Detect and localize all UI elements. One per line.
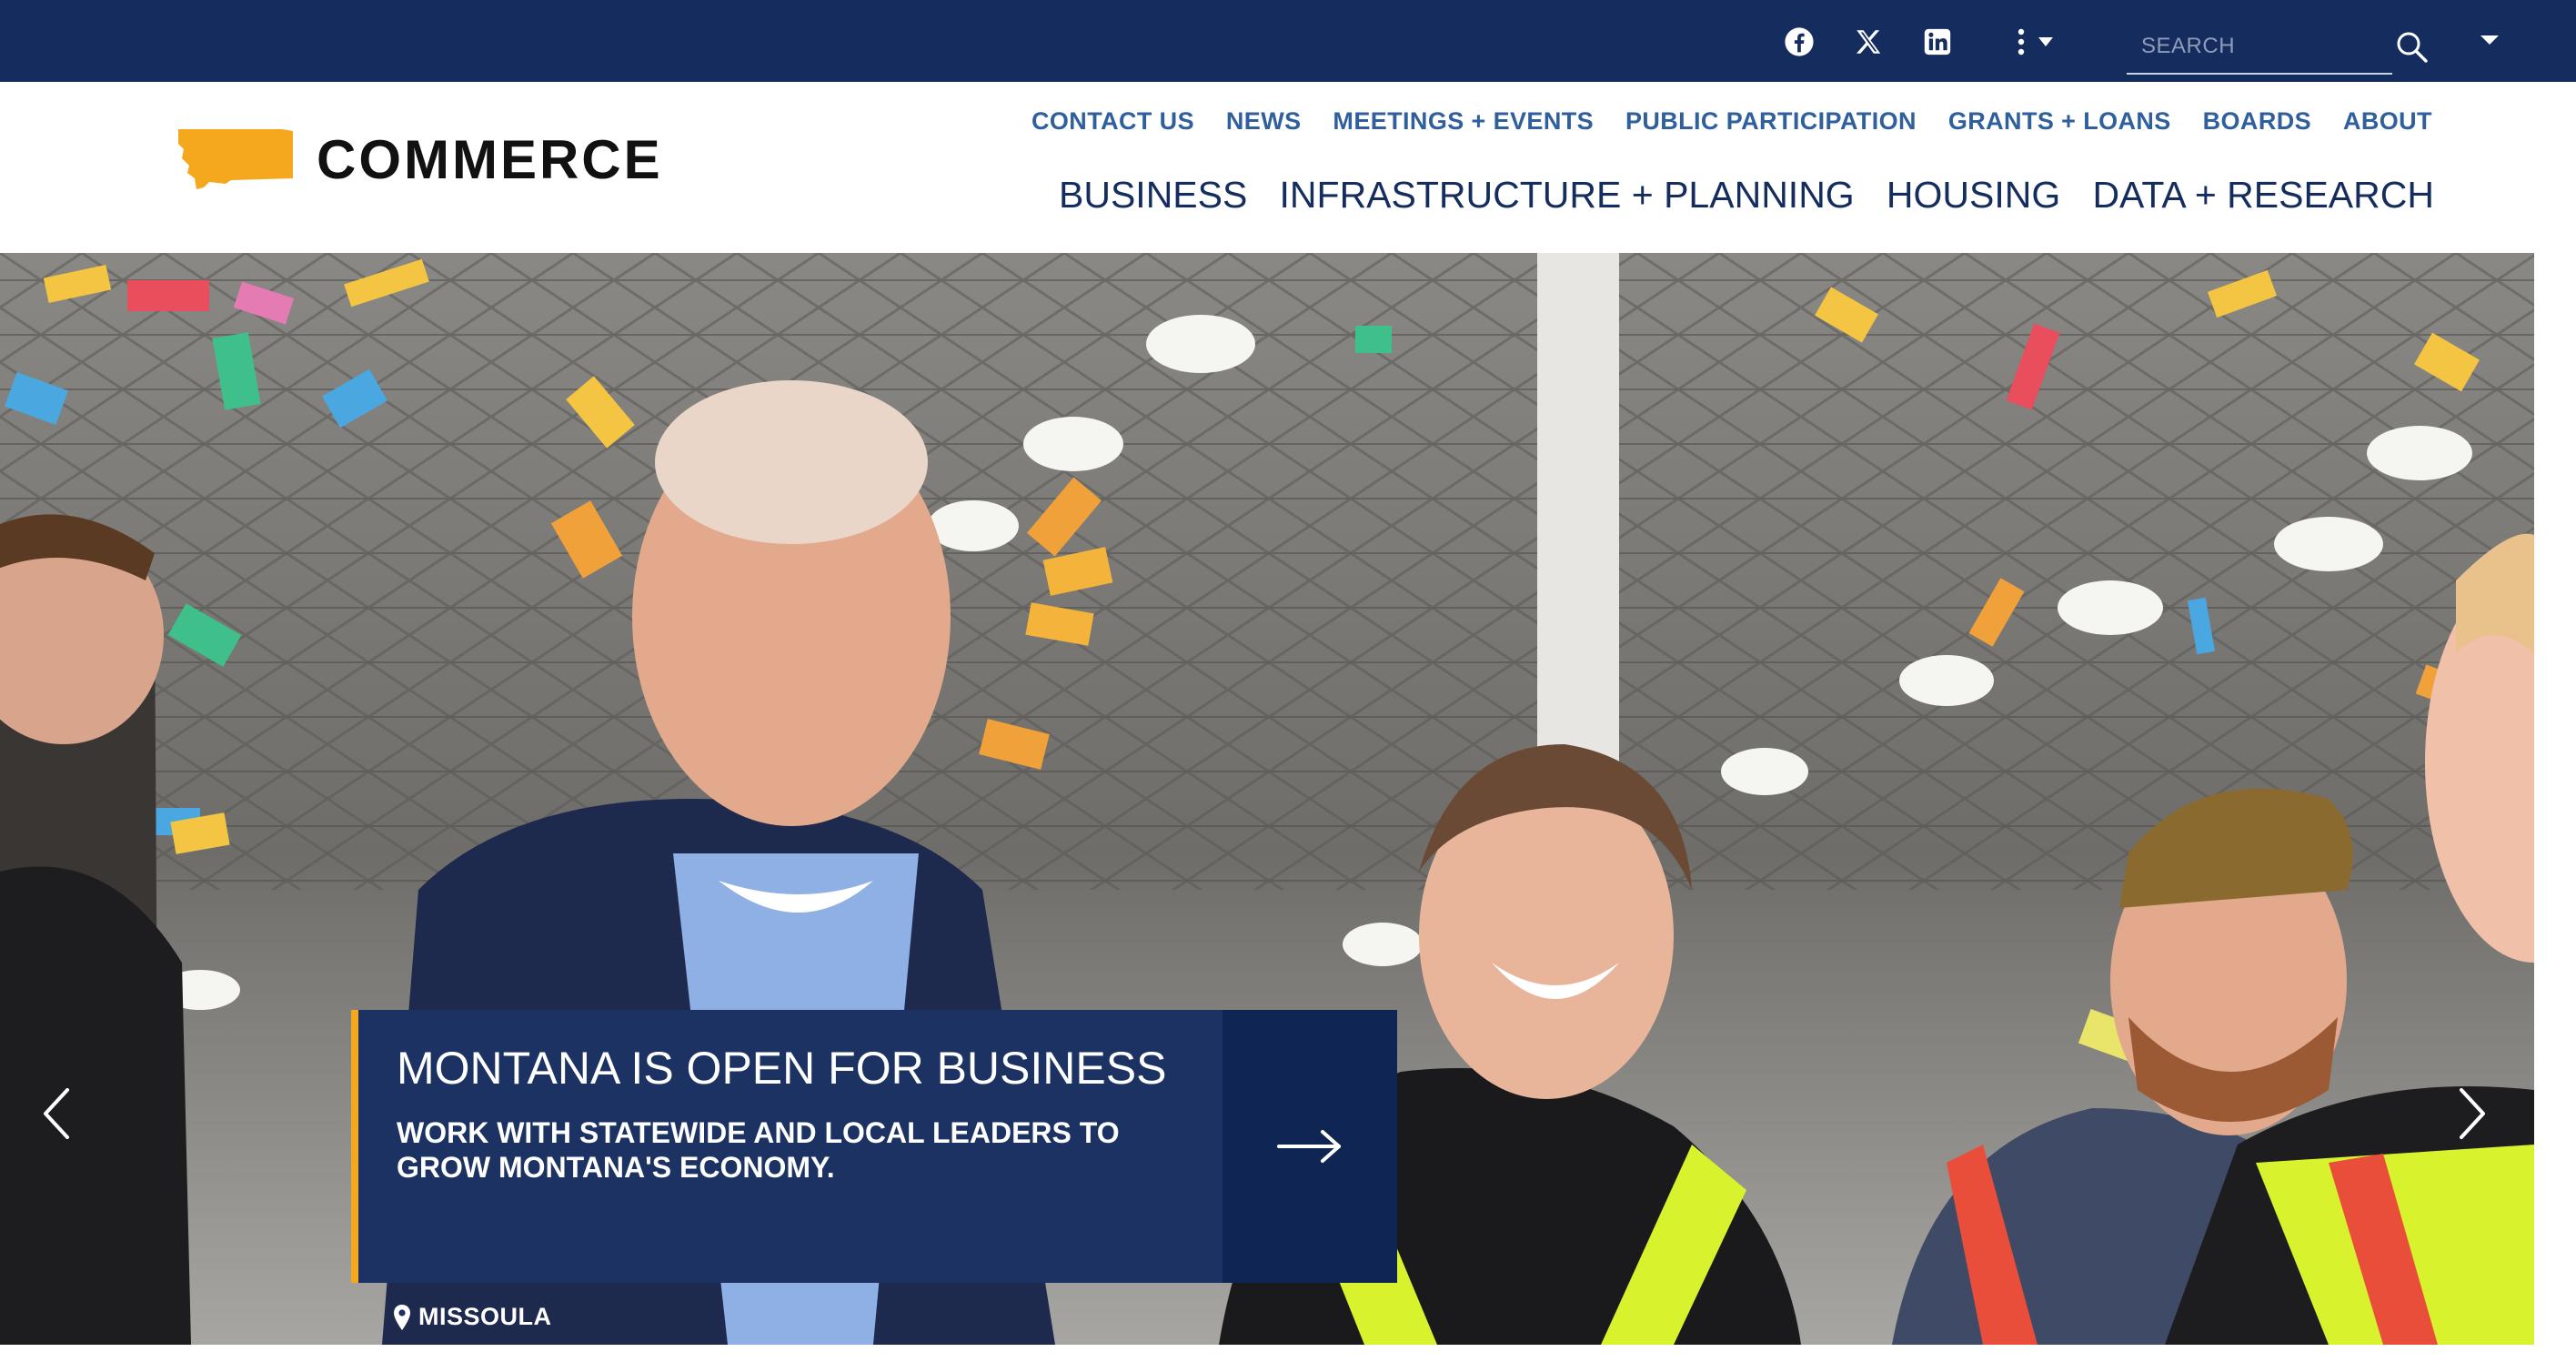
map-pin-icon	[394, 1304, 410, 1330]
search-button[interactable]	[2392, 27, 2432, 67]
nav-data-research[interactable]: DATA + RESEARCH	[2092, 166, 2434, 224]
hero-subtitle: WORK WITH STATEWIDE AND LOCAL LEADERS TO…	[397, 1116, 1120, 1184]
language-caret-icon[interactable]	[2478, 31, 2501, 49]
nav-news[interactable]: NEWS	[1226, 98, 1302, 144]
nav-housing[interactable]: HOUSING	[1887, 166, 2060, 224]
linkedin-icon[interactable]	[1921, 25, 1954, 58]
nav-about[interactable]: ABOUT	[2343, 98, 2432, 144]
x-twitter-icon[interactable]	[1852, 25, 1885, 58]
commerce-logo[interactable]: COMMERCE	[178, 126, 663, 193]
main-nav: BUSINESS INFRASTRUCTURE + PLANNING HOUSI…	[1059, 166, 2434, 224]
hero-title: MONTANA IS OPEN FOR BUSINESS	[397, 1043, 1167, 1094]
carousel-next-arrow-icon[interactable]	[2452, 1086, 2489, 1141]
search-field	[2127, 22, 2392, 75]
nav-boards[interactable]: BOARDS	[2203, 98, 2311, 144]
arrow-right-icon	[1277, 1130, 1341, 1163]
hero-location-text: MISSOULA	[418, 1303, 552, 1330]
nav-contact-us[interactable]: CONTACT US	[1031, 98, 1194, 144]
caret-down-icon	[2038, 37, 2053, 46]
top-utility-bar	[0, 0, 2576, 82]
more-vertical-icon	[2018, 28, 2025, 55]
nav-meetings-events[interactable]: MEETINGS + EVENTS	[1333, 98, 1594, 144]
carousel-prev-arrow-icon[interactable]	[40, 1086, 76, 1141]
hero-caption-card: MONTANA IS OPEN FOR BUSINESS WORK WITH S…	[351, 1010, 1397, 1283]
nav-business[interactable]: BUSINESS	[1059, 166, 1247, 224]
site-header: COMMERCE CONTACT US NEWS MEETINGS + EVEN…	[0, 82, 2576, 253]
montana-state-icon	[178, 129, 293, 189]
search-icon	[2397, 32, 2428, 63]
nav-public-participation[interactable]: PUBLIC PARTICIPATION	[1625, 98, 1917, 144]
facebook-icon[interactable]	[1783, 25, 1816, 58]
search-input[interactable]	[2127, 22, 2336, 71]
nav-grants-loans[interactable]: GRANTS + LOANS	[1948, 98, 2171, 144]
nav-infrastructure-planning[interactable]: INFRASTRUCTURE + PLANNING	[1280, 166, 1855, 224]
hero-location: MISSOULA	[393, 1303, 552, 1331]
hero-cta-button[interactable]	[1223, 1010, 1397, 1283]
logo-text: COMMERCE	[317, 128, 663, 190]
hero-caption-text: MONTANA IS OPEN FOR BUSINESS WORK WITH S…	[351, 1010, 1223, 1283]
utility-nav: CONTACT US NEWS MEETINGS + EVENTS PUBLIC…	[1031, 98, 2432, 144]
more-menu-button[interactable]	[2018, 25, 2072, 58]
